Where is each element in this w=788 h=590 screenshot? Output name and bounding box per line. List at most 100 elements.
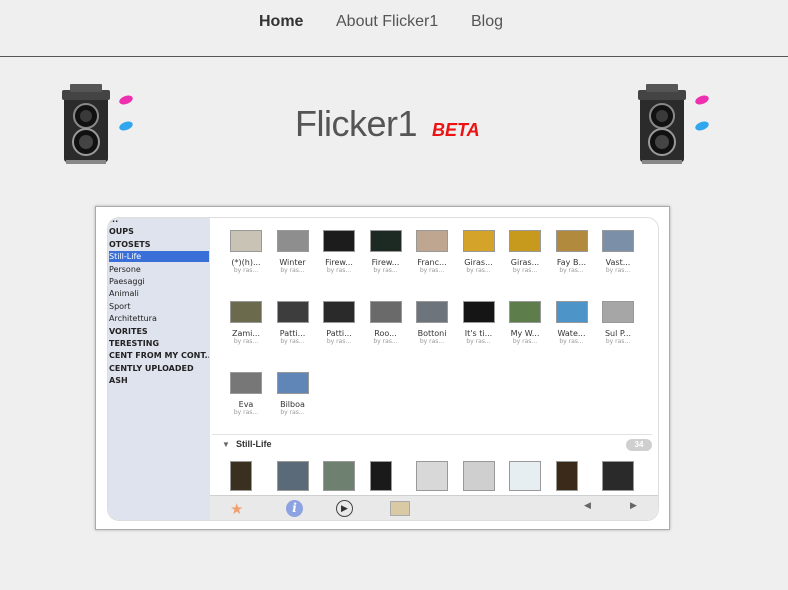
sidebar-item[interactable]: OTOSETS	[109, 239, 209, 250]
photo-thumbnail[interactable]	[555, 301, 588, 323]
photo-item[interactable]: Firew... by ras...	[319, 230, 359, 274]
sidebar-item[interactable]: Sport	[109, 301, 209, 312]
section-count-badge: 34	[626, 439, 652, 451]
photo-thumbnail[interactable]	[416, 230, 448, 252]
photo-grid: ▼ Still-Life 34 (*)(h)... by ras... Winter…	[210, 218, 658, 520]
photo-title: Wate...	[557, 329, 586, 338]
photo-thumbnail[interactable]	[276, 301, 309, 323]
photo-thumbnail[interactable]	[602, 301, 634, 323]
section-photo-thumbnail[interactable]	[555, 461, 578, 491]
photo-title: Fay B...	[556, 258, 587, 267]
photo-item[interactable]: Winter by ras...	[273, 230, 313, 274]
photo-title: Eva	[238, 400, 254, 409]
section-photo-thumbnail[interactable]	[602, 461, 634, 491]
photo-item[interactable]: Firew... by ras...	[366, 230, 406, 274]
photo-item[interactable]: Zami... by ras...	[226, 301, 266, 345]
photo-item[interactable]: Franc... by ras...	[412, 230, 452, 274]
app-screenshot: ... OUPS OTOSETS Still-Life Persone Paesaggi A…	[95, 206, 670, 530]
photo-item[interactable]: Wate... by ras...	[552, 301, 592, 345]
app-sidebar: ... OUPS OTOSETS Still-Life Persone Paesaggi A…	[108, 218, 210, 520]
photo-item[interactable]: Bilboa by ras...	[273, 372, 313, 416]
nav-about-link[interactable]: About Flicker1	[336, 13, 438, 31]
photo-thumbnail[interactable]	[230, 230, 262, 252]
photo-thumbnail[interactable]	[555, 230, 588, 252]
top-navigation: Home About Flicker1 Blog	[0, 0, 788, 57]
section-photo-thumbnail[interactable]	[369, 461, 392, 491]
sidebar-item[interactable]: VORITES	[109, 326, 209, 337]
section-photo-thumbnail[interactable]	[509, 461, 541, 491]
section-photo-thumbnail[interactable]	[462, 461, 495, 491]
photo-thumbnail[interactable]	[323, 301, 355, 323]
sidebar-item[interactable]: Animali	[109, 288, 209, 299]
photo-owner: by ras...	[326, 338, 352, 345]
photo-item[interactable]: Roo... by ras...	[366, 301, 406, 345]
sidebar-item[interactable]: Persone	[109, 264, 209, 275]
photo-item[interactable]: Patti... by ras...	[319, 301, 359, 345]
camera-logo-left	[62, 84, 133, 164]
photo-owner: by ras...	[280, 409, 305, 416]
play-icon[interactable]: ▶	[336, 500, 353, 517]
sidebar-item[interactable]: ASH	[109, 375, 209, 386]
nav-home-link[interactable]: Home	[259, 13, 303, 31]
photo-title: My W...	[510, 329, 540, 338]
section-photo-thumbnail[interactable]	[323, 461, 355, 491]
photo-thumbnail[interactable]	[462, 301, 495, 323]
photo-item[interactable]: Fay B... by ras...	[552, 230, 592, 274]
photo-thumbnail[interactable]	[230, 372, 262, 394]
section-photo-thumbnail[interactable]	[276, 461, 309, 491]
photo-owner: by ras...	[280, 338, 305, 345]
photo-item[interactable]: Patti... by ras...	[273, 301, 313, 345]
photo-export-icon[interactable]	[390, 501, 410, 516]
photo-owner: by ras...	[512, 267, 538, 274]
sidebar-item[interactable]: CENT FROM MY CONT...	[109, 350, 209, 361]
photo-thumbnail[interactable]	[369, 230, 402, 252]
photo-thumbnail[interactable]	[276, 372, 309, 394]
photo-item[interactable]: Giras... by ras...	[459, 230, 499, 274]
photo-thumbnail[interactable]	[602, 230, 634, 252]
photo-title: Zami...	[231, 329, 261, 338]
photo-owner: by ras...	[233, 338, 259, 345]
photo-title: (*)(h)...	[231, 258, 261, 267]
photo-item[interactable]: Vast... by ras...	[598, 230, 638, 274]
photo-thumbnail[interactable]	[416, 301, 448, 323]
photo-item[interactable]: It's ti... by ras...	[459, 301, 499, 345]
section-photo-thumbnail[interactable]	[416, 461, 448, 491]
photo-thumbnail[interactable]	[462, 230, 495, 252]
photo-thumbnail[interactable]	[509, 301, 541, 323]
sidebar-item[interactable]: Still-Life	[109, 251, 209, 263]
info-icon[interactable]: i	[286, 500, 303, 517]
previous-arrow-icon[interactable]: ◀	[584, 500, 591, 511]
photo-owner: by ras...	[373, 267, 398, 274]
sidebar-item[interactable]: CENTLY UPLOADED	[109, 363, 209, 374]
photo-owner: by ras...	[373, 338, 398, 345]
sidebar-item[interactable]: TERESTING	[109, 338, 209, 349]
star-icon[interactable]: ★	[230, 500, 243, 518]
photo-title: Winter	[279, 258, 306, 267]
sidebar-item[interactable]: Architettura	[109, 313, 209, 324]
section-photo-thumbnail[interactable]	[230, 461, 252, 491]
next-arrow-icon[interactable]: ▶	[630, 500, 637, 511]
disclosure-triangle-icon[interactable]: ▼	[222, 440, 230, 449]
nav-blog-link[interactable]: Blog	[471, 13, 503, 31]
photo-thumbnail[interactable]	[323, 230, 355, 252]
photo-thumbnail[interactable]	[509, 230, 541, 252]
photo-item[interactable]: (*)(h)... by ras...	[226, 230, 266, 274]
photo-item[interactable]: Sul P... by ras...	[598, 301, 638, 345]
photo-owner: by ras...	[466, 267, 491, 274]
photo-title: Vast...	[605, 258, 631, 267]
sidebar-item[interactable]: ...	[109, 218, 209, 225]
photo-item[interactable]: Eva by ras...	[226, 372, 266, 416]
photo-item[interactable]: Bottoni by ras...	[412, 301, 452, 345]
sidebar-footer	[108, 495, 210, 520]
sidebar-item[interactable]: Paesaggi	[109, 276, 209, 287]
section-title: Still-Life	[236, 439, 272, 449]
photo-item[interactable]: Giras... by ras...	[505, 230, 545, 274]
sidebar-item[interactable]: OUPS	[109, 226, 209, 237]
photo-thumbnail[interactable]	[276, 230, 309, 252]
photo-item[interactable]: My W... by ras...	[505, 301, 545, 345]
photo-owner: by ras...	[326, 267, 352, 274]
photo-thumbnail[interactable]	[369, 301, 402, 323]
beta-badge: BETA	[432, 120, 480, 140]
photo-thumbnail[interactable]	[230, 301, 262, 323]
photo-title: Roo...	[374, 329, 397, 338]
